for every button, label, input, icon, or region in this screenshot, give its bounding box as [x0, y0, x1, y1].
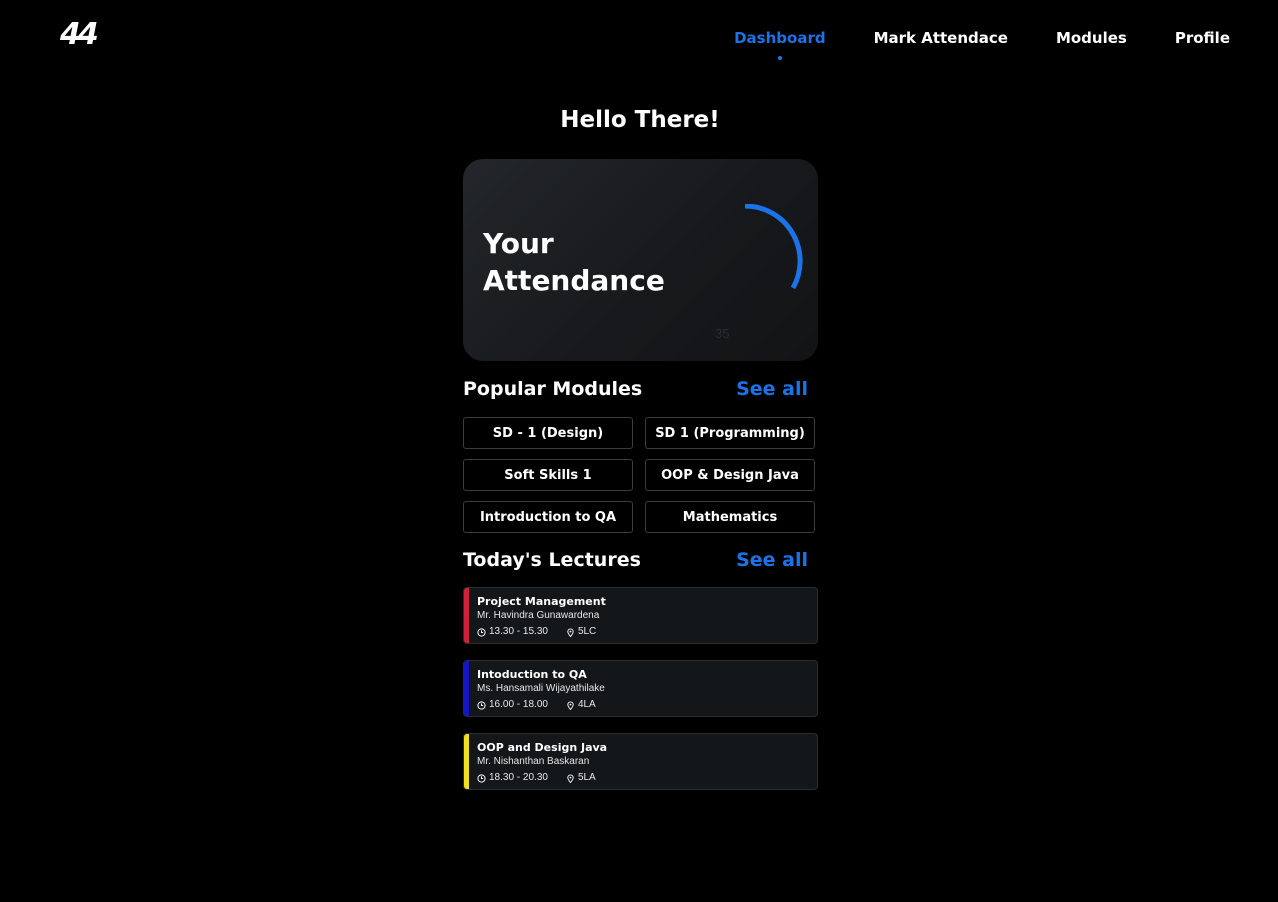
todays-lectures-see-all-link[interactable]: See all — [736, 549, 808, 571]
lecture-card[interactable]: OOP and Design Java Mr. Nishanthan Baska… — [463, 733, 818, 790]
lecture-time-text: 18.30 - 20.30 — [489, 772, 548, 783]
lecture-time: 18.30 - 20.30 — [477, 770, 548, 786]
location-pin-icon — [567, 701, 574, 710]
module-button[interactable]: SD 1 (Programming) — [645, 417, 815, 449]
todays-lectures-title: Today's Lectures — [463, 549, 641, 571]
location-pin-icon — [567, 628, 574, 637]
top-nav: Dashboard Mark Attendace Modules Profile — [734, 28, 1230, 60]
popular-modules-header: Popular Modules See all — [463, 377, 818, 401]
nav-mark-attendance[interactable]: Mark Attendace — [874, 28, 1008, 48]
nav-dashboard[interactable]: Dashboard — [734, 28, 826, 60]
lecture-room: 5LA — [566, 770, 596, 786]
nav-mark-attendance-label: Mark Attendace — [873, 29, 1008, 47]
nav-profile[interactable]: Profile — [1175, 28, 1230, 48]
lecture-card[interactable]: Intoduction to QA Ms. Hansamali Wijayath… — [463, 660, 818, 717]
nav-modules-label: Modules — [1055, 29, 1127, 47]
lecture-room: 5LC — [566, 624, 596, 640]
dashboard-main: Hello There! Your Attendance 35 Popular … — [463, 104, 818, 806]
logo-text: 44 — [60, 17, 99, 52]
lecture-color-bar — [464, 588, 469, 643]
lecture-list: Project Management Mr. Havindra Gunaward… — [463, 587, 818, 790]
lecture-time: 16.00 - 18.00 — [477, 697, 548, 713]
nav-profile-label: Profile — [1174, 29, 1230, 47]
clock-icon — [477, 773, 486, 783]
module-button[interactable]: OOP & Design Java — [645, 459, 815, 491]
lecture-time-text: 13.30 - 15.30 — [489, 626, 548, 637]
lecture-time-text: 16.00 - 18.00 — [489, 699, 548, 710]
lecture-title: Project Management — [477, 595, 606, 608]
lecture-room-text: 5LC — [577, 626, 597, 637]
nav-dashboard-label: Dashboard — [734, 29, 826, 47]
lecture-teacher: Mr. Havindra Gunawardena — [477, 610, 600, 621]
clock-icon — [477, 627, 486, 637]
lecture-color-bar — [464, 661, 469, 716]
lecture-teacher: Mr. Nishanthan Baskaran — [477, 756, 590, 767]
clock-icon — [477, 700, 486, 710]
nav-modules[interactable]: Modules — [1056, 28, 1127, 48]
lecture-title: Intoduction to QA — [477, 668, 587, 681]
attendance-progress-ring — [744, 204, 803, 290]
greeting-heading: Hello There! — [560, 107, 720, 133]
module-button[interactable]: Introduction to QA — [463, 501, 633, 533]
lecture-meta: 13.30 - 15.30 5LC — [477, 624, 817, 640]
lecture-teacher: Ms. Hansamali Wijayathilake — [477, 683, 605, 694]
lecture-room: 4LA — [566, 697, 596, 713]
attendance-title: Your Attendance — [483, 227, 665, 297]
module-button[interactable]: Soft Skills 1 — [463, 459, 633, 491]
popular-modules-grid: SD - 1 (Design) SD 1 (Programming) Soft … — [463, 417, 818, 533]
todays-lectures-header: Today's Lectures See all — [463, 548, 818, 572]
active-indicator-dot — [777, 56, 782, 60]
lecture-room-text: 4LA — [577, 699, 596, 710]
lecture-title: OOP and Design Java — [477, 741, 608, 754]
lecture-meta: 16.00 - 18.00 4LA — [477, 697, 817, 713]
popular-modules-title: Popular Modules — [463, 378, 643, 400]
lecture-room-text: 5LA — [577, 772, 596, 783]
lecture-card[interactable]: Project Management Mr. Havindra Gunaward… — [463, 587, 818, 644]
module-button[interactable]: Mathematics — [645, 501, 815, 533]
app-logo[interactable]: 44 — [60, 20, 102, 54]
lecture-meta: 18.30 - 20.30 5LA — [477, 770, 817, 786]
lecture-time: 13.30 - 15.30 — [477, 624, 548, 640]
location-pin-icon — [567, 774, 574, 783]
attendance-card[interactable]: Your Attendance 35 — [463, 159, 818, 361]
lecture-color-bar — [464, 734, 469, 789]
module-button[interactable]: SD - 1 (Design) — [463, 417, 633, 449]
attendance-count: 35 — [715, 326, 730, 341]
popular-modules-see-all-link[interactable]: See all — [736, 378, 808, 400]
